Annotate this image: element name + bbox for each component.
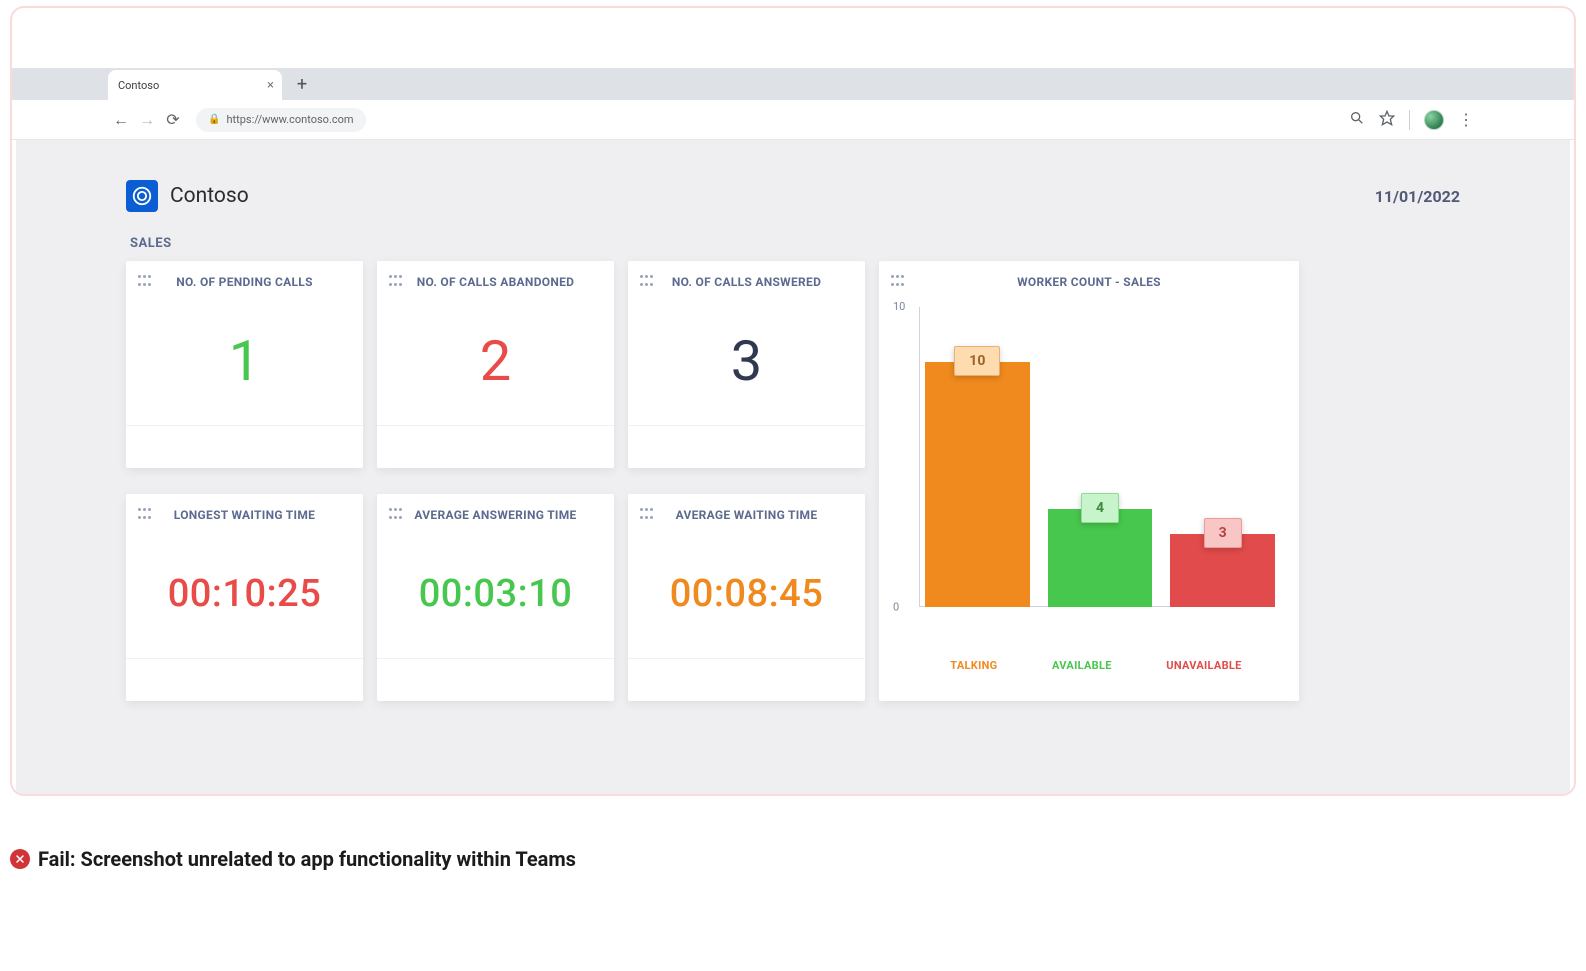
metric-title: AVERAGE ANSWERING TIME <box>403 508 602 522</box>
card-worker-count-chart: WORKER COUNT - SALES 10 0 10 4 3 TALKING A… <box>879 261 1299 701</box>
tab-title: Contoso <box>118 79 159 92</box>
zoom-icon[interactable] <box>1349 110 1365 130</box>
fail-text: Fail: Screenshot unrelated to app functi… <box>38 847 576 871</box>
chart-bar-available: 4 <box>1048 307 1153 607</box>
browser-tab-strip: Contoso × + <box>12 68 1574 100</box>
example-frame: Contoso × + ← → ⟳ 🔒 https://www.contoso.… <box>10 6 1576 796</box>
card-pending-calls: NO. OF PENDING CALLS 1 <box>126 261 363 468</box>
bookmark-star-icon[interactable] <box>1379 110 1395 130</box>
metric-value: 1 <box>229 328 260 394</box>
metric-value: 3 <box>731 328 762 394</box>
chart-bar-talking: 10 <box>925 307 1030 607</box>
chart-plot-area: 10 0 1043 <box>919 307 1275 607</box>
bar-value-label: 3 <box>1204 518 1242 548</box>
fail-caption: Fail: Screenshot unrelated to app functi… <box>10 847 576 871</box>
drag-handle-icon[interactable] <box>891 275 905 289</box>
metric-title: NO. OF PENDING CALLS <box>152 275 351 289</box>
card-calls-abandoned: NO. OF CALLS ABANDONED 2 <box>377 261 614 468</box>
back-button[interactable]: ← <box>108 107 134 133</box>
browser-toolbar: ← → ⟳ 🔒 https://www.contoso.com ⋮ <box>12 100 1574 140</box>
legend-available: AVAILABLE <box>1052 659 1112 672</box>
legend-talking: TALKING <box>950 659 997 672</box>
drag-handle-icon[interactable] <box>640 508 654 522</box>
card-calls-answered: NO. OF CALLS ANSWERED 3 <box>628 261 865 468</box>
metric-value: 2 <box>480 328 511 394</box>
drag-handle-icon[interactable] <box>138 508 152 522</box>
metric-row-2: LONGEST WAITING TIME 00:10:25 AVERAGE AN… <box>126 494 865 701</box>
dashboard-grid: NO. OF PENDING CALLS 1 NO. OF CALLS ABAN… <box>126 261 1460 701</box>
browser-menu-icon[interactable]: ⋮ <box>1458 110 1474 129</box>
chart-bars: 10 4 3 <box>925 307 1275 607</box>
page-header: Contoso 11/01/2022 <box>126 180 1460 212</box>
metric-title: AVERAGE WAITING TIME <box>654 508 853 522</box>
card-longest-wait: LONGEST WAITING TIME 00:10:25 <box>126 494 363 701</box>
bar <box>1048 509 1153 607</box>
drag-handle-icon[interactable] <box>640 275 654 289</box>
browser-right-tools: ⋮ <box>1349 110 1474 130</box>
y-tick-max: 10 <box>893 300 905 313</box>
url-text: https://www.contoso.com <box>226 113 353 126</box>
bar-value-label: 10 <box>954 346 1000 376</box>
metric-title: NO. OF CALLS ANSWERED <box>654 275 853 289</box>
address-bar[interactable]: 🔒 https://www.contoso.com <box>196 108 366 132</box>
metric-columns: NO. OF PENDING CALLS 1 NO. OF CALLS ABAN… <box>126 261 865 701</box>
drag-handle-icon[interactable] <box>138 275 152 289</box>
chart-bar-unavailable: 3 <box>1170 307 1275 607</box>
legend-unavailable: UNAVAILABLE <box>1166 659 1241 672</box>
metric-value: 00:10:25 <box>168 572 322 616</box>
page-date: 11/01/2022 <box>1375 187 1460 206</box>
card-avg-answer: AVERAGE ANSWERING TIME 00:03:10 <box>377 494 614 701</box>
profile-avatar[interactable] <box>1424 110 1444 130</box>
dashboard-page: Contoso 11/01/2022 SALES NO. OF PENDING … <box>16 140 1570 796</box>
card-avg-wait: AVERAGE WAITING TIME 00:08:45 <box>628 494 865 701</box>
metric-title: LONGEST WAITING TIME <box>152 508 351 522</box>
close-tab-icon[interactable]: × <box>267 79 274 92</box>
bar <box>925 362 1030 607</box>
app-name: Contoso <box>170 184 249 208</box>
y-tick-min: 0 <box>893 601 899 614</box>
metric-row-1: NO. OF PENDING CALLS 1 NO. OF CALLS ABAN… <box>126 261 865 468</box>
app-logo <box>126 180 158 212</box>
bar-value-label: 4 <box>1081 493 1119 523</box>
browser-tab-contoso[interactable]: Contoso × <box>108 70 282 100</box>
forward-button[interactable]: → <box>134 107 160 133</box>
metric-value: 00:03:10 <box>419 572 573 616</box>
chart-legend: TALKING AVAILABLE UNAVAILABLE <box>923 659 1269 672</box>
drag-handle-icon[interactable] <box>389 508 403 522</box>
reload-button[interactable]: ⟳ <box>160 107 186 133</box>
metric-value: 00:08:45 <box>670 572 824 616</box>
drag-handle-icon[interactable] <box>389 275 403 289</box>
y-axis-line <box>919 307 920 607</box>
fail-icon <box>10 849 30 869</box>
lock-icon: 🔒 <box>208 114 220 125</box>
section-label-sales: SALES <box>130 236 1460 251</box>
metric-title: NO. OF CALLS ABANDONED <box>403 275 602 289</box>
new-tab-button[interactable]: + <box>292 70 312 100</box>
chart-title: WORKER COUNT - SALES <box>905 275 1287 289</box>
toolbar-separator <box>1409 110 1410 130</box>
